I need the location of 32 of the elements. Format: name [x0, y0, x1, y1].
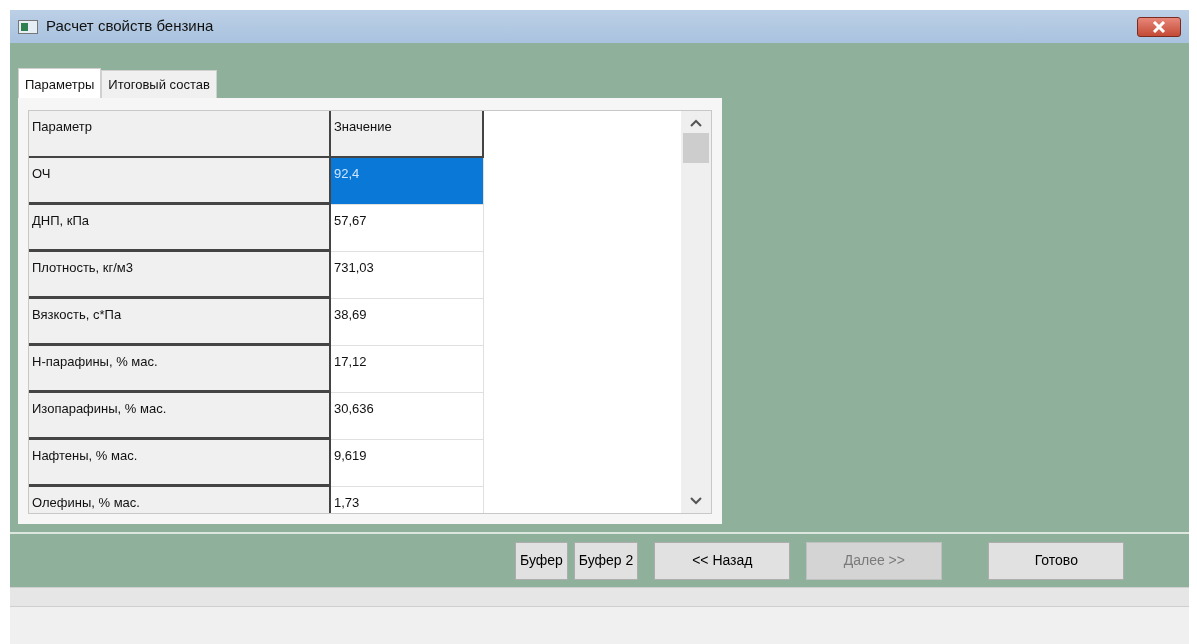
row-header: Н-парафины, % мас. [29, 346, 331, 393]
value-cell[interactable]: 38,69 [331, 299, 484, 346]
value-cell[interactable]: 57,67 [331, 205, 484, 252]
row-header: ДНП, кПа [29, 205, 331, 252]
row-header: Вязкость, с*Па [29, 299, 331, 346]
close-icon [1152, 20, 1166, 33]
value-cell[interactable]: 731,03 [331, 252, 484, 299]
tab[interactable]: Параметры [18, 67, 102, 98]
row-header: Олефины, % мас. [29, 487, 331, 513]
value-cell[interactable]: 9,619 [331, 440, 484, 487]
row-header: Плотность, кг/м3 [29, 252, 331, 299]
row-header: Изопарафины, % мас. [29, 393, 331, 440]
value-cell[interactable]: 30,636 [331, 393, 484, 440]
value-cell[interactable]: 1,73 [331, 487, 484, 513]
scroll-up-icon [690, 119, 702, 127]
value-cell[interactable]: 17,12 [331, 346, 484, 393]
row-header: Нафтены, % мас. [29, 440, 331, 487]
dialog-button[interactable]: << Назад [654, 541, 791, 580]
window-title: Расчет свойств бензина [46, 16, 214, 37]
tab[interactable]: Итоговый состав [101, 69, 217, 98]
row-header: ОЧ [29, 158, 331, 205]
column-header: Значение [331, 111, 484, 158]
close-button[interactable] [1137, 16, 1181, 37]
dialog-button[interactable]: Буфер 2 [573, 541, 639, 580]
scrollbar[interactable] [681, 111, 711, 513]
scroll-down-icon [690, 497, 702, 505]
dialog-button[interactable]: Буфер [515, 541, 568, 580]
dialog-button[interactable]: Готово [988, 541, 1125, 580]
value-cell[interactable]: 92,4 [331, 158, 484, 205]
scroll-thumb[interactable] [683, 133, 709, 163]
column-header: Параметр [29, 111, 331, 158]
app-icon [18, 19, 38, 34]
